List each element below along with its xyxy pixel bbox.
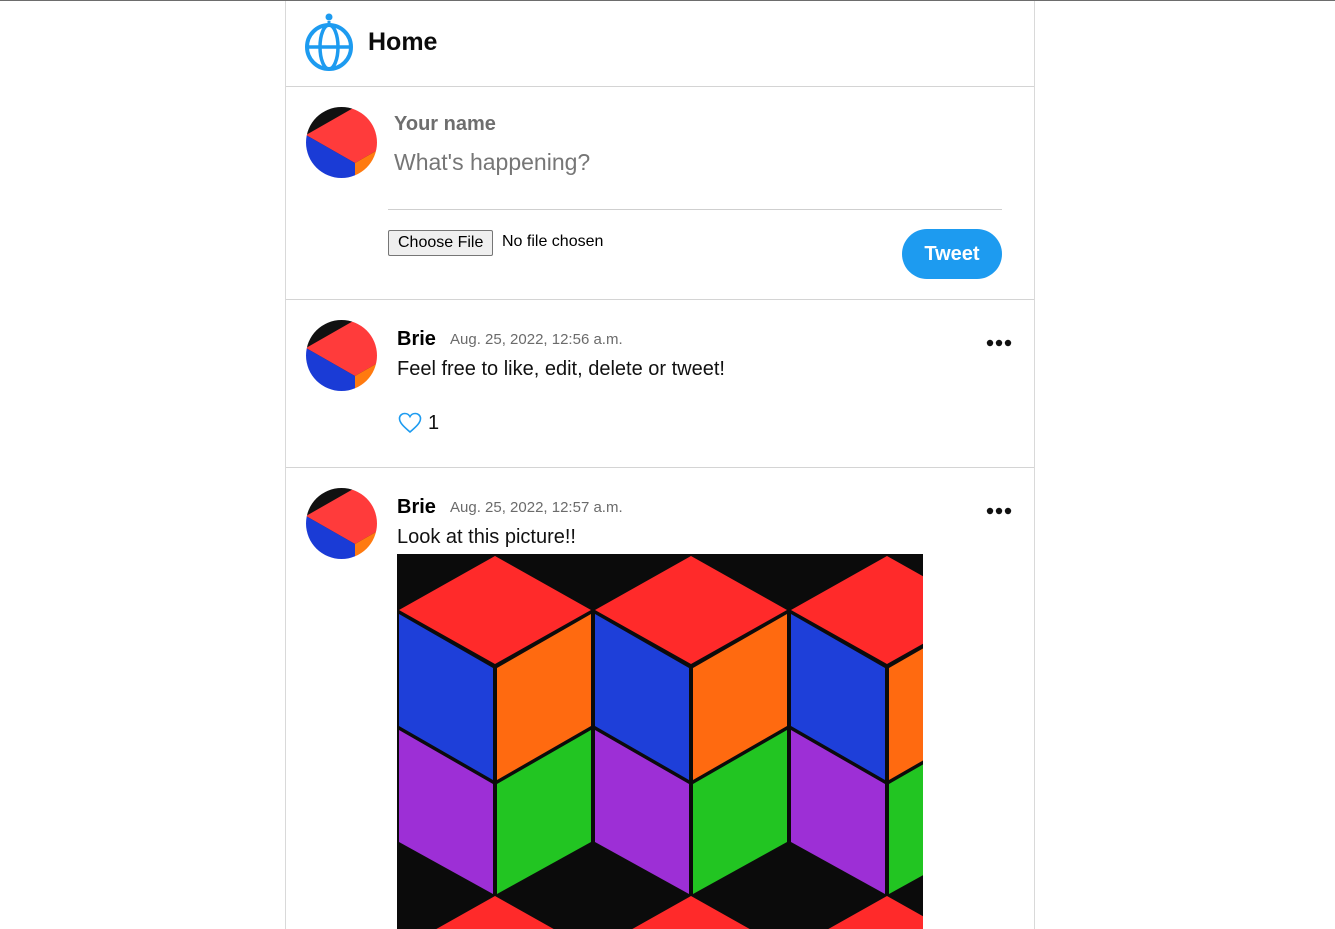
avatar — [306, 107, 377, 178]
tweet-image[interactable] — [397, 554, 923, 929]
choose-file-button[interactable]: Choose File — [388, 230, 494, 256]
file-status: No file chosen — [502, 233, 604, 250]
like-count: 1 — [428, 412, 440, 434]
tweet-text: Feel free to like, edit, delete or tweet… — [397, 358, 725, 380]
tweet-author: Brie — [397, 496, 436, 518]
globe-logo-icon[interactable] — [304, 13, 354, 73]
tweet-card: Brie Aug. 25, 2022, 12:56 a.m. Feel free… — [286, 300, 1034, 468]
avatar[interactable] — [306, 320, 377, 391]
heart-icon[interactable] — [398, 412, 422, 434]
tweet-content-input[interactable] — [394, 149, 954, 176]
more-options-icon[interactable] — [986, 506, 1016, 516]
tweet-button[interactable]: Tweet — [902, 229, 1002, 279]
avatar[interactable] — [306, 488, 377, 559]
composer-divider — [388, 209, 1002, 210]
tweet-timestamp: Aug. 25, 2022, 12:56 a.m. — [450, 331, 623, 348]
tweet-composer: Choose File No file chosen Tweet — [286, 87, 1034, 300]
tweet-author: Brie — [397, 328, 436, 350]
page-header: Home — [286, 1, 1034, 87]
name-input[interactable] — [394, 113, 894, 136]
tweet-timestamp: Aug. 25, 2022, 12:57 a.m. — [450, 499, 623, 516]
tweet-card: Brie Aug. 25, 2022, 12:57 a.m. Look at t… — [286, 468, 1034, 929]
feed-column: Home Choose File No file chosen Tweet Br… — [285, 1, 1035, 929]
more-options-icon[interactable] — [986, 338, 1016, 348]
tweet-text: Look at this picture!! — [397, 526, 576, 548]
page-title: Home — [368, 28, 438, 56]
